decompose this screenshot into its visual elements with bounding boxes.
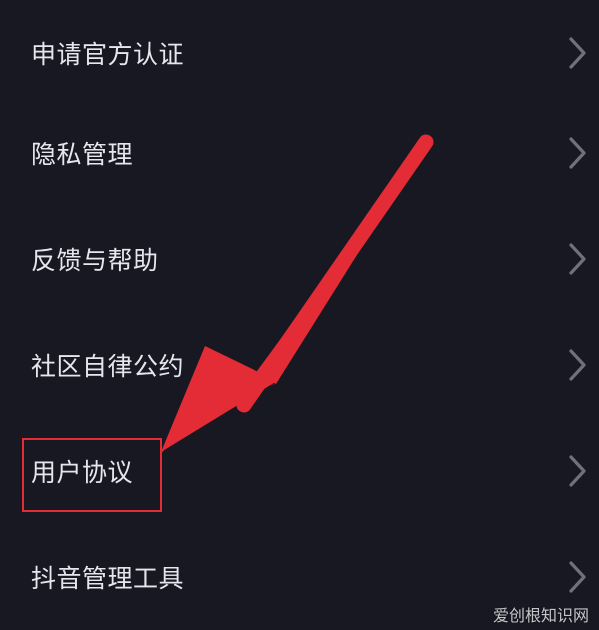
chevron-right-icon	[569, 561, 586, 593]
menu-item-community-convention[interactable]: 社区自律公约	[0, 312, 599, 418]
chevron-right-icon	[569, 349, 586, 381]
settings-menu: 申请官方认证 隐私管理 反馈与帮助 社区自律公约 用户协议 抖音管理工具	[0, 0, 599, 630]
watermark: 爱创根知识网	[492, 606, 589, 625]
menu-item-apply-certification[interactable]: 申请官方认证	[0, 0, 599, 106]
menu-item-label: 反馈与帮助	[31, 246, 159, 275]
menu-item-privacy-management[interactable]: 隐私管理	[0, 100, 599, 206]
menu-item-label: 社区自律公约	[31, 352, 185, 381]
chevron-right-icon	[569, 137, 586, 169]
menu-item-label: 隐私管理	[31, 140, 134, 169]
menu-item-label: 抖音管理工具	[31, 564, 185, 593]
chevron-right-icon	[569, 455, 586, 487]
user-agreement-highlight-box	[22, 438, 162, 512]
chevron-right-icon	[569, 243, 586, 275]
menu-item-feedback-help[interactable]: 反馈与帮助	[0, 206, 599, 312]
chevron-right-icon	[569, 37, 586, 69]
menu-item-label: 申请官方认证	[31, 40, 185, 69]
